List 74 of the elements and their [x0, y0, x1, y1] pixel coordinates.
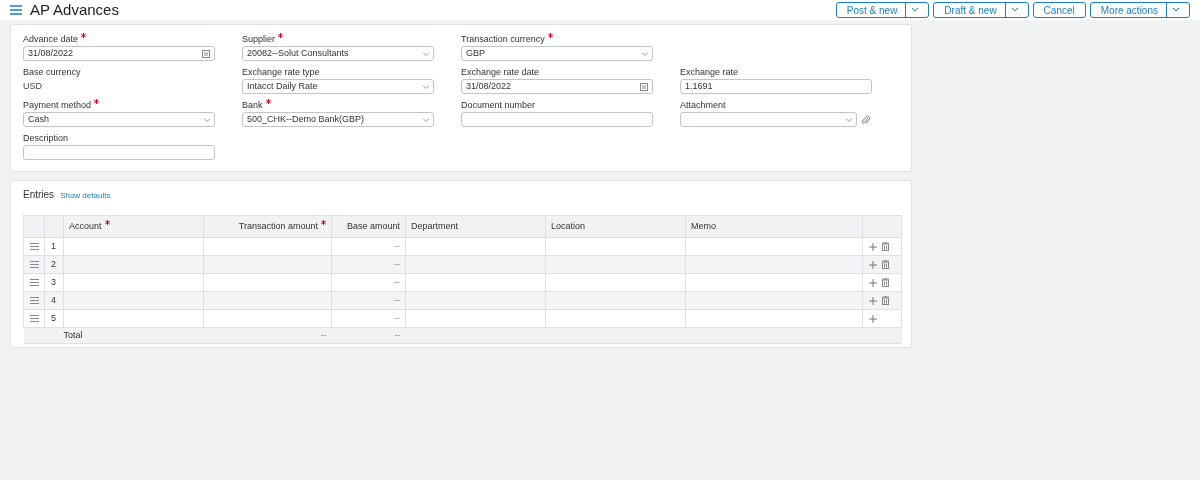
dropdown-field[interactable]: 500_CHK--Demo Bank(GBP)	[242, 112, 434, 127]
table-cell: --	[320, 329, 327, 340]
row-number: 3	[51, 276, 56, 287]
field-label: Exchange rate type	[242, 66, 320, 78]
field-label: Transaction currency	[461, 33, 545, 45]
field-label: Base currency	[23, 66, 81, 78]
row-number: 2	[51, 258, 56, 269]
calendar-icon[interactable]	[640, 82, 648, 91]
row-number: 4	[51, 294, 56, 305]
column-header: Memo	[691, 219, 716, 233]
field-label: Supplier	[242, 33, 276, 45]
calendar-icon[interactable]	[202, 49, 210, 58]
add-icon[interactable]	[869, 242, 877, 251]
chevron-down-icon	[423, 117, 429, 122]
date-field[interactable]: 31/08/2022	[23, 46, 215, 61]
trash-icon[interactable]	[882, 296, 889, 305]
trash-icon[interactable]	[882, 242, 889, 251]
table-cell: --	[394, 329, 401, 340]
table-cell: --	[394, 294, 400, 305]
trash-icon[interactable]	[882, 260, 889, 269]
column-header: Department	[411, 219, 459, 233]
table-cell: --	[394, 312, 400, 323]
table-cell: --	[394, 240, 400, 251]
paperclip-icon[interactable]	[861, 114, 870, 125]
action-button[interactable]: Draft & new	[933, 2, 1029, 18]
field-label: Exchange rate date	[461, 66, 540, 78]
dropdown-field[interactable]: 20082--Solut Consultants	[242, 46, 434, 61]
chevron-down-icon	[846, 117, 852, 122]
add-icon[interactable]	[869, 278, 877, 287]
show-defaults-link[interactable]: Show defaults	[60, 190, 111, 202]
field-label: Description	[23, 132, 69, 144]
column-header: Base amount	[346, 219, 400, 233]
chevron-down-icon	[642, 51, 648, 56]
action-button[interactable]: More actions	[1089, 2, 1190, 18]
drag-handle-icon[interactable]	[29, 242, 39, 250]
field-label: Exchange rate	[680, 66, 739, 78]
add-icon[interactable]	[869, 314, 877, 323]
date-field[interactable]: 31/08/2022	[461, 79, 653, 94]
drag-handle-icon[interactable]	[29, 296, 39, 304]
menu-icon[interactable]	[10, 5, 22, 15]
total-label: Total	[63, 329, 83, 340]
field-value: USD	[23, 80, 43, 93]
column-header: Location	[551, 219, 586, 233]
drag-handle-icon[interactable]	[29, 260, 39, 268]
column-header: Account	[69, 219, 102, 233]
row-number: 5	[51, 312, 56, 323]
drag-handle-icon[interactable]	[29, 314, 39, 322]
dropdown-field[interactable]: GBP	[461, 46, 653, 61]
section-title: Entries	[23, 188, 55, 202]
chevron-down-icon	[423, 51, 429, 56]
page-title: AP Advances	[30, 0, 119, 20]
add-icon[interactable]	[869, 260, 877, 269]
field-label: Advance date	[23, 33, 79, 45]
row-number: 1	[51, 240, 56, 251]
column-header: Transaction amount	[238, 219, 318, 233]
drag-handle-icon[interactable]	[29, 278, 39, 286]
field-label: Payment method	[23, 99, 92, 111]
input-field[interactable]: 1.1691	[680, 79, 872, 94]
field-label: Document number	[461, 99, 536, 111]
input-field[interactable]	[23, 145, 215, 160]
chevron-down-icon	[204, 117, 210, 122]
input-field[interactable]	[461, 112, 653, 127]
trash-icon[interactable]	[882, 278, 889, 287]
chevron-down-icon	[423, 84, 429, 89]
dropdown-field[interactable]	[680, 112, 857, 127]
table-cell: --	[394, 258, 400, 269]
action-button[interactable]: Post & new	[835, 2, 930, 18]
table-cell: --	[394, 276, 400, 287]
field-label: Bank	[242, 99, 263, 111]
field-label: Attachment	[680, 99, 726, 111]
dropdown-field[interactable]: Intacct Daily Rate	[242, 79, 434, 94]
dropdown-field[interactable]: Cash	[23, 112, 215, 127]
add-icon[interactable]	[869, 296, 877, 305]
action-button[interactable]: Cancel	[1032, 2, 1086, 18]
